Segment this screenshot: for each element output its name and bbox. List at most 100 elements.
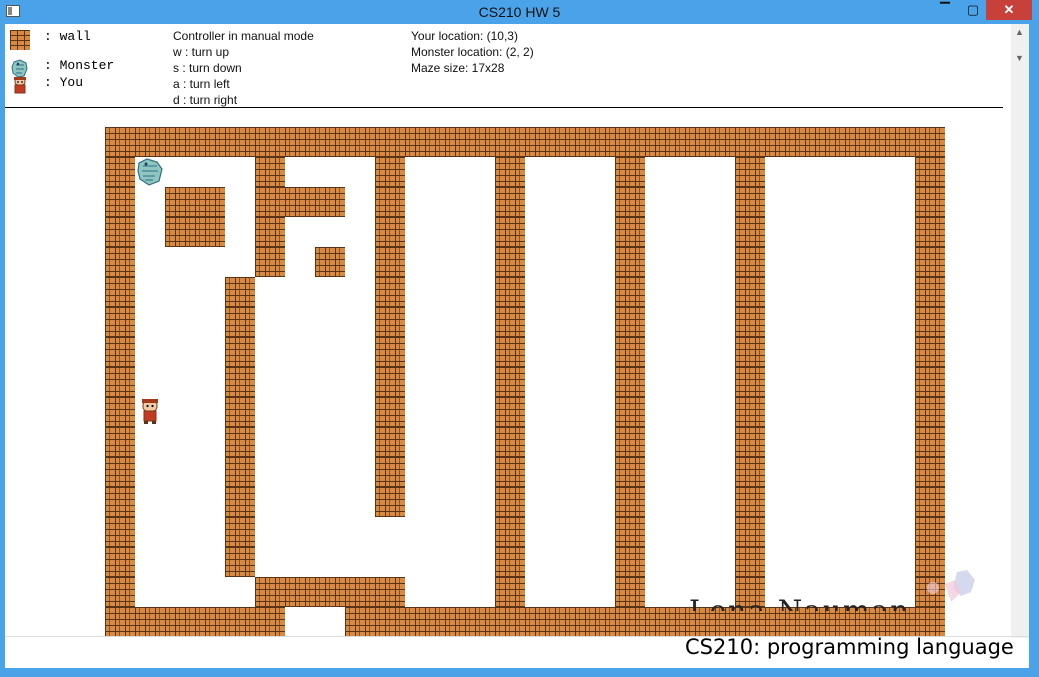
legend-monster-label: : Monster: [44, 58, 115, 73]
wall-block: [375, 337, 405, 367]
wall-block: [495, 367, 525, 397]
wall-block: [105, 517, 135, 547]
wall-block: [105, 217, 135, 247]
wall-block: [915, 367, 945, 397]
wall-block: [345, 607, 375, 637]
wall-block: [105, 547, 135, 577]
wall-block: [735, 127, 765, 157]
control-right-text: d : turn right: [173, 93, 238, 107]
wall-block: [705, 127, 735, 157]
watermark-name: Lena Nauman: [689, 594, 911, 611]
wall-block: [615, 607, 645, 637]
wall-block: [915, 277, 945, 307]
wall-block: [405, 607, 435, 637]
decorative-character-icon: [927, 570, 975, 602]
wall-block: [435, 127, 465, 157]
wall-legend-icon: [10, 30, 30, 50]
wall-block: [615, 157, 645, 187]
wall-block: [375, 427, 405, 457]
scroll-down-icon[interactable]: ▼: [1015, 53, 1024, 63]
wall-block: [105, 187, 135, 217]
wall-block: [105, 487, 135, 517]
wall-block: [615, 277, 645, 307]
wall-block: [495, 127, 525, 157]
wall-block: [195, 127, 225, 157]
wall-block: [255, 577, 285, 607]
vertical-scrollbar[interactable]: ▲ ▼: [1011, 24, 1029, 638]
wall-block: [735, 157, 765, 187]
wall-block: [495, 247, 525, 277]
wall-block: [285, 187, 315, 217]
wall-block: [705, 607, 735, 637]
wall-block: [615, 457, 645, 487]
wall-block: [585, 127, 615, 157]
player-legend-icon: [14, 77, 26, 94]
wall-block: [615, 487, 645, 517]
wall-block: [465, 607, 495, 637]
game-canvas[interactable]: : wall : Monster : You Controller in man…: [5, 24, 1029, 668]
wall-block: [555, 607, 585, 637]
wall-block: [345, 127, 375, 157]
wall-block: [735, 367, 765, 397]
wall-block: [225, 367, 255, 397]
player-location-text: Your location: (10,3): [411, 29, 518, 43]
wall-block: [765, 127, 795, 157]
wall-block: [495, 427, 525, 457]
wall-block: [345, 577, 375, 607]
wall-block: [195, 607, 225, 637]
wall-block: [585, 607, 615, 637]
wall-block: [165, 607, 195, 637]
window-titlebar[interactable]: CS210 HW 5 ▔ ▢ ✕: [0, 0, 1039, 24]
wall-block: [135, 127, 165, 157]
wall-block: [915, 187, 945, 217]
wall-block: [375, 307, 405, 337]
wall-block: [915, 217, 945, 247]
wall-block: [915, 307, 945, 337]
maximize-button[interactable]: ▢: [960, 0, 986, 20]
wall-block: [495, 487, 525, 517]
wall-block: [105, 457, 135, 487]
wall-block: [375, 157, 405, 187]
wall-block: [615, 397, 645, 427]
wall-block: [915, 487, 945, 517]
wall-block: [525, 607, 555, 637]
wall-block: [735, 397, 765, 427]
wall-block: [255, 217, 285, 247]
wall-block: [315, 577, 345, 607]
wall-block: [375, 607, 405, 637]
control-left-text: a : turn left: [173, 77, 230, 91]
wall-block: [615, 307, 645, 337]
wall-block: [405, 127, 435, 157]
wall-block: [375, 247, 405, 277]
minimize-button[interactable]: ▔: [932, 0, 958, 20]
wall-block: [795, 607, 825, 637]
legend-you-label: : You: [44, 75, 84, 90]
wall-block: [735, 307, 765, 337]
wall-block: [105, 427, 135, 457]
wall-block: [825, 127, 855, 157]
scroll-up-icon[interactable]: ▲: [1015, 27, 1024, 37]
wall-block: [225, 607, 255, 637]
close-button[interactable]: ✕: [986, 0, 1032, 20]
wall-block: [375, 217, 405, 247]
wall-block: [735, 247, 765, 277]
wall-block: [615, 187, 645, 217]
player-sprite: [142, 399, 158, 424]
wall-block: [375, 277, 405, 307]
wall-block: [915, 397, 945, 427]
wall-block: [495, 517, 525, 547]
wall-block: [615, 427, 645, 457]
wall-block: [105, 307, 135, 337]
wall-block: [735, 517, 765, 547]
wall-block: [915, 337, 945, 367]
monster-location-text: Monster location: (2, 2): [411, 45, 534, 59]
wall-block: [165, 187, 195, 217]
wall-block: [915, 427, 945, 457]
wall-block: [375, 127, 405, 157]
wall-block: [735, 487, 765, 517]
wall-block: [225, 517, 255, 547]
wall-block: [495, 157, 525, 187]
wall-block: [795, 127, 825, 157]
controller-mode-text: Controller in manual mode: [173, 29, 314, 43]
wall-block: [105, 277, 135, 307]
